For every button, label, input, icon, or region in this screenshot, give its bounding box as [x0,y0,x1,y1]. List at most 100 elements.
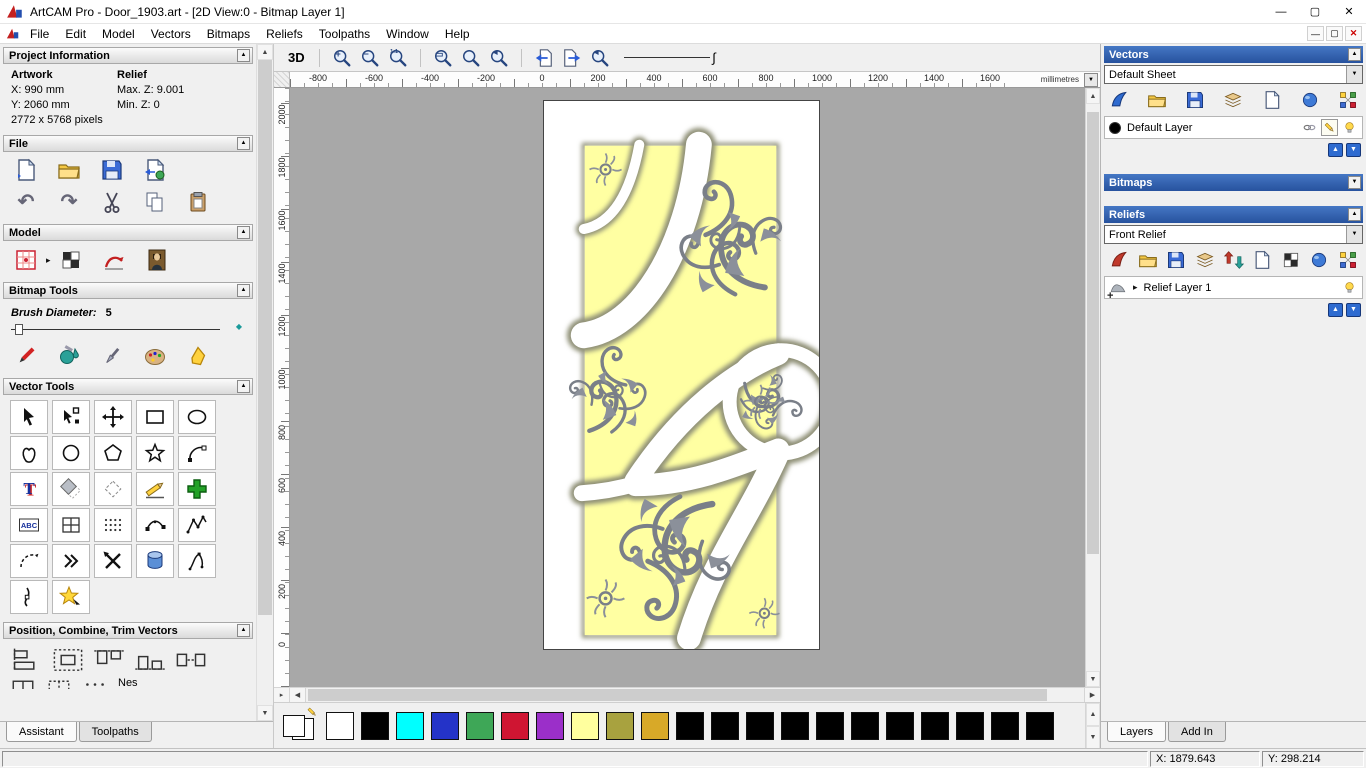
relief-layer-row[interactable]: ▸ Relief Layer 1 [1104,276,1363,299]
arc-editing-tool[interactable] [10,544,48,578]
canvas-horizontal-scrollbar[interactable]: ▸ ◀ ▶ [274,687,1100,702]
mdi-close-button[interactable]: ✕ [1345,26,1362,41]
menu-edit[interactable]: Edit [57,25,94,43]
group-vectors-tool[interactable] [10,678,36,689]
create-freeform-tool[interactable] [10,436,48,470]
palette-swatch[interactable] [711,711,739,740]
slider-track[interactable] [11,329,220,330]
collapse-file-button[interactable]: ▲ [237,137,250,150]
relief-layer-visibility-icon[interactable] [1341,279,1358,296]
undo-icon[interactable]: ↶ [13,189,39,215]
new-sheet-icon[interactable] [1262,90,1282,110]
move-relief-down-button[interactable]: ▼ [1346,303,1361,317]
tab-toolpaths[interactable]: Toolpaths [78,722,152,742]
contrast-slider[interactable]: ∫ [623,50,716,65]
minimize-button[interactable]: — [1264,0,1298,23]
zoom-out-button[interactable]: − [358,46,382,70]
palette-swatch[interactable] [396,711,424,740]
palette-swatch[interactable] [676,711,704,740]
zoom-box-button[interactable]: ▭ [431,46,455,70]
expand-relief-layer-icon[interactable]: ▸ [1133,282,1138,293]
create-polyline-tool[interactable] [178,508,216,542]
relief-preview-icon[interactable] [1281,250,1301,270]
save-vector-layer-icon[interactable] [1185,90,1205,110]
mdi-minimize-button[interactable]: — [1307,26,1324,41]
convert-text-tool[interactable]: ABC [10,508,48,542]
edit-layer-icon[interactable] [1321,119,1338,136]
move-layer-down-button[interactable]: ▼ [1346,143,1361,157]
extrude-tool[interactable] [136,544,174,578]
collapse-bitmap-button[interactable]: ▲ [237,284,250,297]
close-button[interactable]: ✕ [1332,0,1366,23]
dropdown-arrow-icon[interactable]: ▼ [1346,66,1362,83]
scroll-left-icon[interactable]: ◀ [290,688,306,702]
slider-handle[interactable] [15,324,23,335]
mdi-restore-button[interactable]: ▢ [1326,26,1343,41]
space-evenly-tool[interactable] [174,646,208,674]
scroll-up-icon[interactable]: ▲ [1086,702,1100,726]
menu-window[interactable]: Window [378,25,437,43]
transform-vectors-tool[interactable] [94,400,132,434]
scroll-up-icon[interactable]: ▲ [1086,88,1100,104]
zoom-fit-button[interactable] [459,46,483,70]
offset-vectors-tool[interactable] [94,472,132,506]
save-relief-layer-icon[interactable] [1166,250,1186,270]
magic-wand-tool[interactable] [52,580,90,614]
collapse-vector-button[interactable]: ▲ [237,380,250,393]
zoom-previous-button[interactable]: ◀ [487,46,511,70]
relief-snapping-icon[interactable] [1338,250,1358,270]
expand-bitmaps-button[interactable]: ▼ [1348,176,1361,189]
zoom-in-button[interactable]: + [330,46,354,70]
block-copy-tool[interactable] [94,508,132,542]
palette-swatch[interactable] [466,711,494,740]
toggle-bitmap-visibility-button[interactable]: ◀ [588,46,612,70]
scroll-down-icon[interactable]: ▼ [1086,725,1100,749]
open-model-icon[interactable] [56,157,82,183]
export-model-icon[interactable] [142,157,168,183]
open-vector-layer-icon[interactable] [1147,90,1167,110]
palette-swatch[interactable] [886,711,914,740]
weld-vectors-tool[interactable] [82,678,108,689]
menu-toolpaths[interactable]: Toolpaths [311,25,378,43]
layer-visibility-icon[interactable] [1341,119,1358,136]
new-vector-layer-icon[interactable] [1109,90,1129,110]
grid-frame-tool[interactable] [52,508,90,542]
sphere-tool-icon[interactable] [1300,90,1320,110]
paint-tool-icon[interactable] [13,343,39,369]
menu-file[interactable]: File [22,25,57,43]
merge-layers-icon[interactable] [1223,90,1243,110]
menu-help[interactable]: Help [437,25,478,43]
palette-swatch[interactable] [956,711,984,740]
palette-swatch[interactable] [851,711,879,740]
contrast-slider-handle[interactable]: ∫ [712,50,716,65]
brush-diameter-slider[interactable]: ◆ [11,321,242,337]
toggle-3d-view-button[interactable]: 3D [284,48,309,67]
collapse-project-button[interactable]: ▲ [237,49,250,62]
redo-icon[interactable]: ↷ [56,189,82,215]
canvas-2d-view[interactable] [290,88,1085,687]
palette-swatch[interactable] [326,711,354,740]
adjust-model-icon[interactable] [58,247,84,273]
new-model-icon[interactable] [13,157,39,183]
scroll-thumb[interactable] [308,689,1048,701]
wrap-text-tool[interactable] [52,472,90,506]
new-relief-layer-icon[interactable] [1109,250,1129,270]
tab-assistant[interactable]: Assistant [6,722,77,742]
palette-swatch[interactable] [571,711,599,740]
vector-layer-row[interactable]: Default Layer [1104,116,1363,139]
pick-colour-icon[interactable] [99,343,125,369]
align-top-tool[interactable] [92,646,126,674]
create-arc-tool[interactable] [178,436,216,470]
scroll-thumb[interactable] [1087,112,1099,555]
menu-bitmaps[interactable]: Bitmaps [199,25,258,43]
free-smooth-tool[interactable] [10,580,48,614]
palette-swatch[interactable] [991,711,1019,740]
paste-along-curve-tool[interactable] [178,472,216,506]
palette-swatch[interactable] [1026,711,1054,740]
collapse-position-button[interactable]: ▲ [237,624,250,637]
move-layer-up-button[interactable]: ▲ [1328,143,1343,157]
palette-swatch[interactable] [746,711,774,740]
collapse-reliefs-button[interactable]: ▲ [1348,208,1361,221]
open-relief-layer-icon[interactable] [1138,250,1158,270]
smooth-relief-icon[interactable] [101,247,127,273]
